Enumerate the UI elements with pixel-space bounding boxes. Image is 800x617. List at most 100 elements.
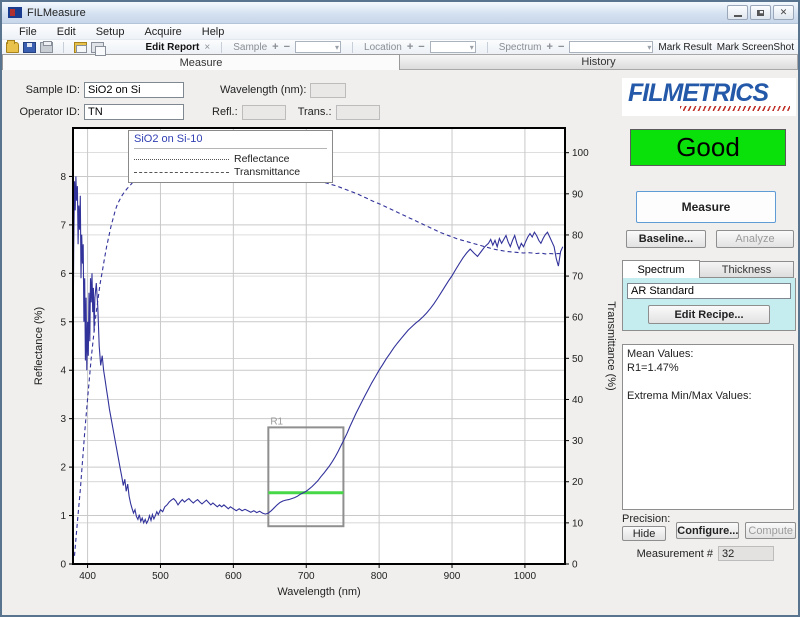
svg-text:70: 70 xyxy=(572,272,584,283)
save-icon[interactable] xyxy=(23,42,36,53)
svg-text:0: 0 xyxy=(60,560,66,571)
spectrum-label: Spectrum xyxy=(499,42,542,53)
chart-canvas[interactable]: R140050060070080090010000123456780102030… xyxy=(30,118,622,614)
svg-text:Wavelength (nm): Wavelength (nm) xyxy=(277,586,360,598)
mean-value-r1: R1=1.47% xyxy=(627,361,789,375)
restore-button[interactable] xyxy=(750,5,771,20)
measure-button[interactable]: Measure xyxy=(636,191,776,223)
svg-text:2: 2 xyxy=(60,463,66,474)
menu-bar: File Edit Setup Acquire Help xyxy=(2,24,798,40)
spectrum-remove-button[interactable]: − xyxy=(558,41,564,53)
refl-label: Refl.: xyxy=(212,106,238,118)
measure-page: Sample ID: Wavelength (nm): Operator ID:… xyxy=(2,70,798,615)
recipe-panel: Edit Recipe... xyxy=(622,278,796,331)
svg-text:500: 500 xyxy=(152,571,169,582)
sample-add-button[interactable]: + xyxy=(272,41,278,53)
title-bar: FILMeasure ✕ xyxy=(2,2,798,24)
baseline-button[interactable]: Baseline... xyxy=(626,230,706,248)
hide-button[interactable]: Hide xyxy=(622,526,666,541)
sample-remove-button[interactable]: − xyxy=(284,41,290,53)
svg-text:6: 6 xyxy=(60,269,66,280)
toolbar: Edit Report × Sample + − ▾ Location + − … xyxy=(2,40,798,54)
svg-text:400: 400 xyxy=(79,571,96,582)
recipe-name-input[interactable] xyxy=(627,283,791,299)
window-title: FILMeasure xyxy=(27,7,86,19)
svg-text:1000: 1000 xyxy=(514,571,537,582)
svg-text:600: 600 xyxy=(225,571,242,582)
spectrum-add-button[interactable]: + xyxy=(547,41,553,53)
menu-edit[interactable]: Edit xyxy=(48,25,85,39)
svg-text:100: 100 xyxy=(572,148,589,159)
svg-text:Reflectance (%): Reflectance (%) xyxy=(33,307,45,385)
app-icon xyxy=(8,7,22,18)
reflectance-line-sample xyxy=(134,159,229,160)
location-dropdown[interactable]: ▾ xyxy=(430,41,476,53)
sample-id-input[interactable] xyxy=(84,82,184,98)
send-report-icon[interactable] xyxy=(74,42,87,53)
legend-transmittance-label: Transmittance xyxy=(234,166,300,179)
wavelength-label: Wavelength (nm): xyxy=(220,84,306,96)
compute-button[interactable]: Compute xyxy=(745,522,796,539)
toolbar-separator xyxy=(221,42,222,53)
copy-screenshot-icon[interactable] xyxy=(91,42,104,53)
svg-text:8: 8 xyxy=(60,172,66,183)
app-window: FILMeasure ✕ File Edit Setup Acquire Hel… xyxy=(0,0,800,617)
status-badge: Good xyxy=(630,129,786,166)
close-icon: ✕ xyxy=(780,7,788,18)
trans-label: Trans.: xyxy=(298,106,332,118)
sample-dropdown[interactable]: ▾ xyxy=(295,41,341,53)
main-tab-bar: Measure History xyxy=(2,54,798,70)
print-icon[interactable] xyxy=(40,42,53,53)
svg-text:0: 0 xyxy=(572,560,578,571)
restore-icon xyxy=(757,10,764,16)
edit-report-button[interactable]: Edit Report xyxy=(146,42,200,53)
filmetrics-logo: FILMETRICS xyxy=(628,80,790,106)
menu-setup[interactable]: Setup xyxy=(87,25,134,39)
toolbar-separator xyxy=(63,42,64,53)
legend-title: SiO2 on Si-10 xyxy=(134,133,327,145)
svg-text:30: 30 xyxy=(572,436,584,447)
location-remove-button[interactable]: − xyxy=(418,41,424,53)
extrema-label: Extrema Min/Max Values: xyxy=(627,389,789,403)
menu-acquire[interactable]: Acquire xyxy=(135,25,190,39)
svg-text:7: 7 xyxy=(60,220,66,231)
edit-report-close-icon[interactable]: × xyxy=(204,42,210,53)
menu-help[interactable]: Help xyxy=(193,25,234,39)
measurement-number-value: 32 xyxy=(718,546,774,561)
analyze-button[interactable]: Analyze xyxy=(716,230,794,248)
transmittance-line-sample xyxy=(134,172,229,173)
tab-measure[interactable]: Measure xyxy=(2,54,400,70)
spectrum-dropdown[interactable]: ▾ xyxy=(569,41,653,53)
minimize-icon xyxy=(734,15,742,17)
configure-button[interactable]: Configure... xyxy=(676,522,739,539)
mean-values-label: Mean Values: xyxy=(627,347,789,361)
svg-text:80: 80 xyxy=(572,230,584,241)
legend-reflectance-label: Reflectance xyxy=(234,153,289,166)
svg-text:60: 60 xyxy=(572,313,584,324)
mark-screenshot-button[interactable]: Mark ScreenShot xyxy=(717,42,794,53)
wavelength-readout xyxy=(310,83,346,98)
svg-text:50: 50 xyxy=(572,354,584,365)
chart-legend: SiO2 on Si-10 Reflectance Transmittance xyxy=(128,130,333,183)
mark-result-button[interactable]: Mark Result xyxy=(658,42,711,53)
tab-thickness[interactable]: Thickness xyxy=(700,261,794,278)
minimize-button[interactable] xyxy=(727,5,748,20)
location-add-button[interactable]: + xyxy=(407,41,413,53)
legend-divider xyxy=(134,148,327,149)
svg-text:4: 4 xyxy=(60,366,66,377)
location-label: Location xyxy=(364,42,402,53)
logo-card: FILMETRICS xyxy=(622,78,796,116)
svg-text:700: 700 xyxy=(298,571,315,582)
svg-text:800: 800 xyxy=(371,571,388,582)
open-file-icon[interactable] xyxy=(6,42,19,53)
edit-recipe-button[interactable]: Edit Recipe... xyxy=(648,305,770,324)
operator-id-label: Operator ID: xyxy=(16,106,80,118)
close-button[interactable]: ✕ xyxy=(773,5,794,20)
tab-spectrum[interactable]: Spectrum xyxy=(622,260,700,278)
precision-label: Precision: xyxy=(622,513,670,525)
menu-file[interactable]: File xyxy=(10,25,46,39)
svg-text:20: 20 xyxy=(572,477,584,488)
tab-history[interactable]: History xyxy=(400,54,798,70)
sample-label: Sample xyxy=(233,42,267,53)
measurement-number-label: Measurement # xyxy=(637,548,713,560)
